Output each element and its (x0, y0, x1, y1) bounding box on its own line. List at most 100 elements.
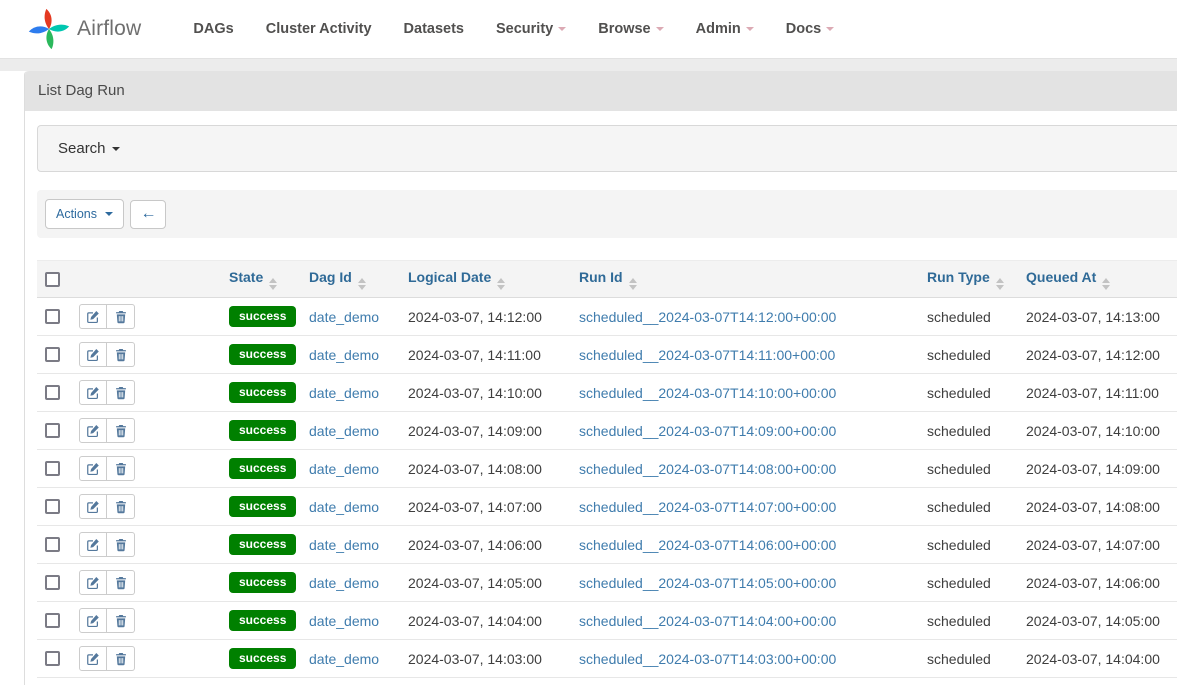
edit-record-button[interactable] (79, 456, 107, 481)
chevron-down-icon (656, 27, 664, 31)
dag-id-link[interactable]: date_demo (309, 499, 379, 515)
sort-arrows-icon[interactable] (497, 278, 505, 290)
edit-record-button[interactable] (79, 646, 107, 671)
sort-header-queued-at[interactable]: Queued At (1026, 269, 1096, 285)
logical-date-cell: 2024-03-07, 14:08:00 (400, 450, 571, 488)
state-badge: success (229, 382, 296, 403)
search-dropdown[interactable]: Search (37, 125, 1177, 172)
run-id-link[interactable]: scheduled__2024-03-07T14:10:00+00:00 (579, 385, 836, 401)
run-id-link[interactable]: scheduled__2024-03-07T14:08:00+00:00 (579, 461, 836, 477)
run-id-link[interactable]: scheduled__2024-03-07T14:11:00+00:00 (579, 347, 835, 363)
edit-record-button[interactable] (79, 494, 107, 519)
delete-record-button[interactable] (107, 418, 135, 443)
sort-header-dag-id[interactable]: Dag Id (309, 269, 352, 285)
nav-item-cluster-activity[interactable]: Cluster Activity (250, 11, 388, 47)
trash-icon (114, 500, 128, 514)
nav-item-docs[interactable]: Docs (770, 11, 850, 47)
edit-pencil-square-icon (86, 576, 100, 590)
row-checkbox[interactable] (45, 347, 60, 362)
trash-icon (114, 310, 128, 324)
delete-record-button[interactable] (107, 380, 135, 405)
edit-record-button[interactable] (79, 532, 107, 557)
edit-record-button[interactable] (79, 304, 107, 329)
row-checkbox[interactable] (45, 651, 60, 666)
chevron-down-icon (112, 147, 120, 151)
trash-icon (114, 614, 128, 628)
dag-id-link[interactable]: date_demo (309, 347, 379, 363)
edit-record-button[interactable] (79, 342, 107, 367)
edit-record-button[interactable] (79, 380, 107, 405)
run-id-link[interactable]: scheduled__2024-03-07T14:04:00+00:00 (579, 613, 836, 629)
dag-id-link[interactable]: date_demo (309, 423, 379, 439)
delete-record-button[interactable] (107, 304, 135, 329)
sort-header-state[interactable]: State (229, 269, 263, 285)
dag-id-link[interactable]: date_demo (309, 309, 379, 325)
edit-record-button[interactable] (79, 570, 107, 595)
delete-record-button[interactable] (107, 570, 135, 595)
delete-record-button[interactable] (107, 646, 135, 671)
row-checkbox[interactable] (45, 461, 60, 476)
edit-pencil-square-icon (86, 614, 100, 628)
dag-run-table-body: success date_demo 2024-03-07, 14:12:00 s… (37, 298, 1177, 678)
left-arrow-icon: ← (140, 205, 156, 222)
logical-date-cell: 2024-03-07, 14:09:00 (400, 412, 571, 450)
dag-id-link[interactable]: date_demo (309, 613, 379, 629)
sort-header-run-type[interactable]: Run Type (927, 269, 990, 285)
run-type-cell: scheduled (919, 374, 1018, 412)
sort-arrows-icon[interactable] (1102, 278, 1110, 290)
trash-icon (114, 462, 128, 476)
main-nav: DAGs Cluster Activity Datasets Security … (177, 11, 850, 47)
row-checkbox[interactable] (45, 613, 60, 628)
delete-record-button[interactable] (107, 456, 135, 481)
sort-header-run-id[interactable]: Run Id (579, 269, 623, 285)
edit-pencil-square-icon (86, 462, 100, 476)
delete-record-button[interactable] (107, 608, 135, 633)
row-checkbox[interactable] (45, 385, 60, 400)
run-id-link[interactable]: scheduled__2024-03-07T14:12:00+00:00 (579, 309, 836, 325)
nav-item-admin[interactable]: Admin (680, 11, 770, 47)
edit-record-button[interactable] (79, 418, 107, 443)
run-id-link[interactable]: scheduled__2024-03-07T14:05:00+00:00 (579, 575, 836, 591)
panel-body: Search Actions ← (25, 111, 1177, 685)
dag-id-link[interactable]: date_demo (309, 461, 379, 477)
run-id-link[interactable]: scheduled__2024-03-07T14:03:00+00:00 (579, 651, 836, 667)
table-row: success date_demo 2024-03-07, 14:10:00 s… (37, 374, 1177, 412)
nav-item-security[interactable]: Security (480, 11, 582, 47)
nav-item-datasets[interactable]: Datasets (388, 11, 480, 47)
run-id-link[interactable]: scheduled__2024-03-07T14:06:00+00:00 (579, 537, 836, 553)
dag-id-link[interactable]: date_demo (309, 537, 379, 553)
logical-date-cell: 2024-03-07, 14:12:00 (400, 298, 571, 336)
delete-record-button[interactable] (107, 494, 135, 519)
airflow-brand[interactable]: Airflow (28, 8, 141, 50)
select-all-checkbox[interactable] (45, 272, 60, 287)
row-checkbox[interactable] (45, 309, 60, 324)
actions-dropdown-button[interactable]: Actions (45, 199, 124, 230)
delete-record-button[interactable] (107, 342, 135, 367)
back-button[interactable]: ← (130, 200, 166, 229)
dag-id-link[interactable]: date_demo (309, 575, 379, 591)
table-header-row: State Dag Id Logical Date Run Id Run Typ… (37, 261, 1177, 298)
table-row: success date_demo 2024-03-07, 14:11:00 s… (37, 336, 1177, 374)
row-checkbox[interactable] (45, 423, 60, 438)
dag-id-link[interactable]: date_demo (309, 385, 379, 401)
run-id-link[interactable]: scheduled__2024-03-07T14:09:00+00:00 (579, 423, 836, 439)
row-actions (79, 380, 135, 405)
state-badge: success (229, 306, 296, 327)
run-id-link[interactable]: scheduled__2024-03-07T14:07:00+00:00 (579, 499, 836, 515)
sort-arrows-icon[interactable] (269, 278, 277, 290)
page-content: List Dag Run Search Actions ← (0, 71, 1177, 685)
sort-arrows-icon[interactable] (996, 278, 1004, 290)
delete-record-button[interactable] (107, 532, 135, 557)
row-checkbox[interactable] (45, 499, 60, 514)
row-checkbox[interactable] (45, 575, 60, 590)
dag-id-link[interactable]: date_demo (309, 651, 379, 667)
sort-arrows-icon[interactable] (629, 278, 637, 290)
edit-pencil-square-icon (86, 310, 100, 324)
search-label: Search (58, 140, 106, 157)
nav-item-dags[interactable]: DAGs (177, 11, 249, 47)
sort-arrows-icon[interactable] (358, 278, 366, 290)
edit-record-button[interactable] (79, 608, 107, 633)
row-checkbox[interactable] (45, 537, 60, 552)
nav-item-browse[interactable]: Browse (582, 11, 679, 47)
sort-header-logical-date[interactable]: Logical Date (408, 269, 491, 285)
